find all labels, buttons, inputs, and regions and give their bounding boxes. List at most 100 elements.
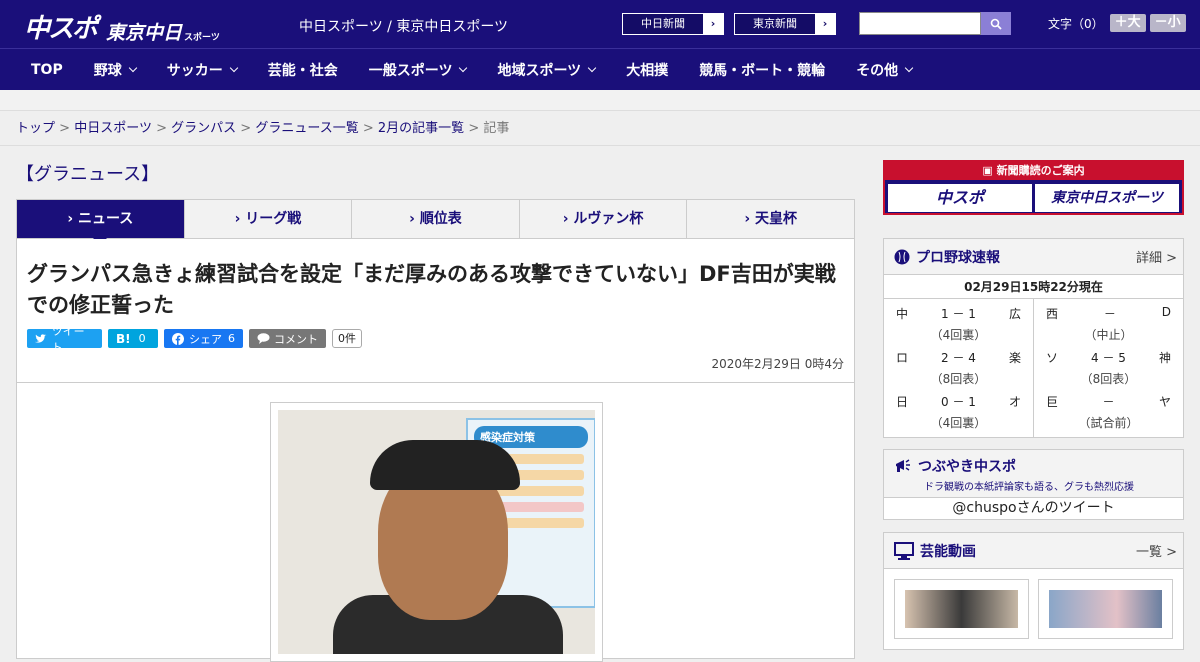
hatena-count: 0 [138, 332, 146, 345]
game-row[interactable]: ロ 2 － 4 楽 （8回表） [896, 349, 1021, 393]
team-home: 中 [896, 307, 909, 321]
subscription-banner[interactable]: ▣ 新聞購読のご案内 中スポ 東京中日スポーツ [883, 160, 1184, 215]
chuspo-subscribe-link[interactable]: 中スポ [888, 184, 1032, 212]
nav-label: 野球 [93, 62, 122, 79]
tokyo-chunichi-subscribe-link[interactable]: 東京中日スポーツ [1035, 184, 1179, 212]
nav-label: サッカー [166, 62, 223, 79]
tab-emperors-cup[interactable]: › 天皇杯 [687, 200, 854, 238]
tweets-box: つぶやき中スポ ドラ観戦の本紙評論家も語る、グラも熱烈応援 @chuspoさんの… [883, 449, 1184, 520]
facebook-count: 6 [228, 332, 235, 345]
chevron-down-icon [587, 63, 597, 72]
breadcrumb-link[interactable]: 中日スポーツ [74, 121, 152, 136]
chunichi-link-button[interactable]: 中日新聞 › [622, 13, 724, 35]
logo-sub: 東京中日 [106, 22, 183, 44]
nav-item-other[interactable]: その他 [856, 60, 914, 80]
breadcrumb-link[interactable]: 2月の記事一覧 [378, 121, 464, 136]
chunichi-link-label: 中日新聞 [641, 17, 685, 30]
team-home: 日 [896, 395, 909, 409]
video-thumbnail[interactable] [894, 579, 1029, 639]
facebook-share-button[interactable]: シェア 6 [164, 329, 243, 348]
breadcrumb-separator: > [362, 121, 374, 136]
baseball-details-link[interactable]: 詳細 > [1136, 247, 1177, 266]
game-score: 1 － 1 [941, 307, 976, 321]
game-row[interactable]: 日 0 － 1 オ （4回裏） [896, 393, 1021, 437]
team-away: 広 [1008, 307, 1021, 321]
game-row[interactable]: 巨 － ヤ （試合前） [1046, 393, 1171, 437]
tab-levain-cup[interactable]: › ルヴァン杯 [520, 200, 688, 238]
breadcrumb-separator: > [156, 121, 167, 136]
team-away: オ [1008, 395, 1021, 409]
site-logo[interactable]: 中スポ 東京中日 スポーツ [24, 8, 220, 45]
search-button[interactable] [981, 12, 1011, 35]
logo-small: スポーツ [184, 33, 220, 43]
comment-count[interactable]: 0件 [332, 329, 362, 348]
video-thumbnail[interactable] [1038, 579, 1173, 639]
tokyo-link-label: 東京新聞 [753, 17, 797, 30]
hatena-bookmark-button[interactable]: B! 0 [108, 329, 158, 348]
comment-button[interactable]: コメント [249, 329, 326, 348]
share-bar: ツイート B! 0 シェア 6 コメント 0件 [17, 325, 854, 354]
chevron-down-icon [128, 63, 137, 72]
game-score: 4 － 5 [1091, 351, 1126, 365]
game-row[interactable]: 中 1 － 1 広 （4回裏） [896, 305, 1021, 349]
videos-title: 芸能動画 [920, 543, 976, 560]
ad-strip [0, 90, 1200, 110]
games-column-right: 西 － D （中止） ソ 4 － 5 神 （8回表） 巨 － ヤ （試合前） [1034, 299, 1183, 437]
game-row[interactable]: ソ 4 － 5 神 （8回表） [1046, 349, 1171, 393]
tab-league[interactable]: › リーグ戦 [185, 200, 353, 238]
nav-item-sumo[interactable]: 大相撲 [626, 60, 668, 80]
main-nav: TOP 野球 サッカー 芸能・社会 一般スポーツ 地域スポーツ 大相撲 競馬・ボ… [0, 48, 1200, 90]
nav-item-entertainment[interactable]: 芸能・社会 [268, 60, 338, 80]
font-bigger-button[interactable]: ＋大 [1109, 14, 1146, 32]
tokyo-link-button[interactable]: 東京新聞 › [734, 13, 836, 35]
chevron-down-icon [459, 63, 468, 72]
tab-standings[interactable]: › 順位表 [352, 200, 520, 238]
subscription-header-label: 新聞購読のご案内 [996, 164, 1085, 177]
videos-list-link[interactable]: 一覧 > [1136, 541, 1177, 560]
speech-bubble-icon [257, 333, 270, 344]
nav-item-soccer[interactable]: サッカー [166, 60, 238, 80]
nav-label: 競馬・ボート・競輪 [699, 62, 826, 79]
game-status: （4回裏） [930, 328, 987, 342]
nav-label: 大相撲 [626, 62, 669, 79]
twitter-icon [35, 333, 47, 343]
subscription-header: ▣ 新聞購読のご案内 [885, 162, 1182, 180]
tweets-header: つぶやき中スポ ドラ観戦の本紙評論家も語る、グラも熱烈応援 [884, 450, 1183, 498]
article-headline: グランパス急きょ練習試合を設定「まだ厚みのある攻撃できていない」DF吉田が実戦で… [27, 262, 836, 317]
nav-item-racing[interactable]: 競馬・ボート・競輪 [699, 60, 825, 80]
font-size-control: 文字（0） ＋大 －小 [1048, 14, 1186, 32]
font-smaller-button[interactable]: －小 [1149, 14, 1186, 32]
nav-item-top[interactable]: TOP [31, 62, 63, 78]
search-icon [990, 18, 1002, 30]
video-image [905, 590, 1018, 628]
tab-label: リーグ戦 [245, 211, 302, 227]
site-name[interactable]: 中日スポーツ / 東京中日スポーツ [299, 16, 508, 36]
chevron-right-icon: › [703, 14, 723, 34]
search-box [859, 12, 1011, 35]
game-status: （試合前） [1078, 416, 1139, 430]
article-photo[interactable]: 感染症対策 [270, 402, 603, 662]
nav-item-general-sports[interactable]: 一般スポーツ [369, 60, 468, 80]
tab-news[interactable]: › ニュース [17, 200, 185, 245]
baseball-games: 中 1 － 1 広 （4回裏） ロ 2 － 4 楽 （8回表） 日 0 － 1 オ （4回裏… [884, 299, 1183, 437]
monitor-icon [894, 541, 914, 560]
category-tabs: › ニュース › リーグ戦 › 順位表 › ルヴァン杯 › 天皇杯 [16, 199, 855, 245]
nav-item-local-sports[interactable]: 地域スポーツ [497, 60, 597, 80]
breadcrumb-separator: > [240, 121, 252, 136]
game-row[interactable]: 西 － D （中止） [1046, 305, 1171, 349]
twitter-account-link[interactable]: @chuspoさんのツイート [884, 498, 1183, 519]
tweet-button[interactable]: ツイート [27, 325, 102, 354]
search-input[interactable] [859, 12, 981, 35]
baseball-scores-title: プロ野球速報 [916, 249, 1000, 266]
baseball-icon [894, 249, 910, 264]
team-away: ヤ [1158, 395, 1171, 409]
breadcrumb-link[interactable]: グラニュース一覧 [255, 121, 358, 136]
nav-label: その他 [856, 62, 899, 79]
breadcrumb-link[interactable]: グランパス [171, 121, 236, 136]
videos-header: 芸能動画 一覧 > [884, 533, 1183, 569]
sidebar: ▣ 新聞購読のご案内 中スポ 東京中日スポーツ プロ野球速報 詳細 > 02月2… [883, 160, 1184, 650]
breadcrumb-link[interactable]: トップ [16, 121, 55, 136]
breadcrumb-separator: > [59, 121, 71, 136]
tab-label: ルヴァン杯 [573, 211, 644, 227]
nav-item-baseball[interactable]: 野球 [93, 60, 137, 80]
